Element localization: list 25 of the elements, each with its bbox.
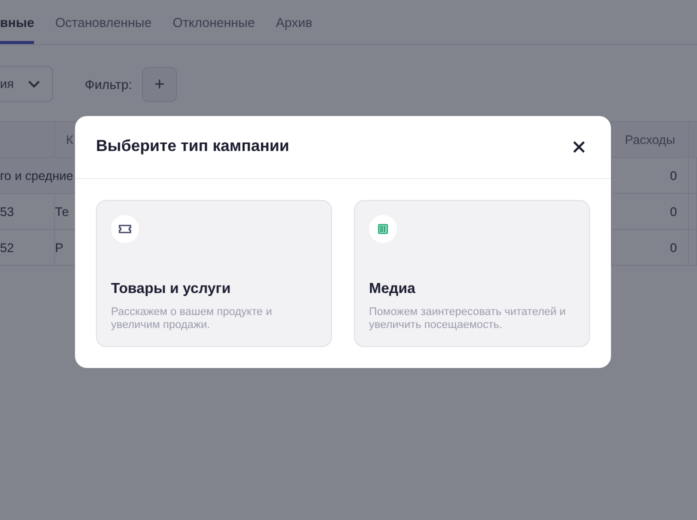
table-cell: 0 — [612, 194, 689, 230]
close-icon[interactable] — [573, 141, 585, 153]
add-filter-button[interactable]: + — [142, 66, 178, 102]
campaign-type-card[interactable]: Товары и услуги Расскажем о вашем продукте и увеличим продажи. — [96, 200, 332, 347]
table-cell: 52 — [0, 230, 55, 266]
chevron-down-icon — [28, 80, 40, 88]
card-description: Расскажем о вашем продукте и увеличим продажи. — [111, 306, 273, 331]
header-cell: К — [66, 132, 74, 146]
document-icon — [369, 215, 397, 243]
dialog-title: Выберите тип кампании — [96, 138, 290, 156]
dropdown[interactable]: ия — [0, 66, 53, 102]
card-title: Медиа — [369, 281, 416, 297]
tab[interactable]: вные — [0, 0, 34, 44]
campaign-type-card[interactable]: Медиа Поможем заинтересовать читателей и увеличить посещаемость. — [354, 200, 590, 347]
card-description: Поможем заинтересовать читателей и увеличить посещаемость. — [369, 306, 567, 331]
tab[interactable]: Остановленные — [55, 0, 152, 44]
card-title: Товары и услуги — [111, 281, 231, 297]
ticket-icon — [111, 215, 139, 243]
table-cell: 0 — [612, 158, 689, 194]
table-cell: 0 — [612, 230, 689, 266]
table-cell: 53 — [0, 194, 55, 230]
filter-label: Фильтр: — [84, 76, 132, 92]
tab[interactable]: Отклоненные — [172, 0, 255, 44]
tab[interactable]: Архив — [276, 0, 312, 44]
header-cell: Расходы — [624, 132, 676, 146]
